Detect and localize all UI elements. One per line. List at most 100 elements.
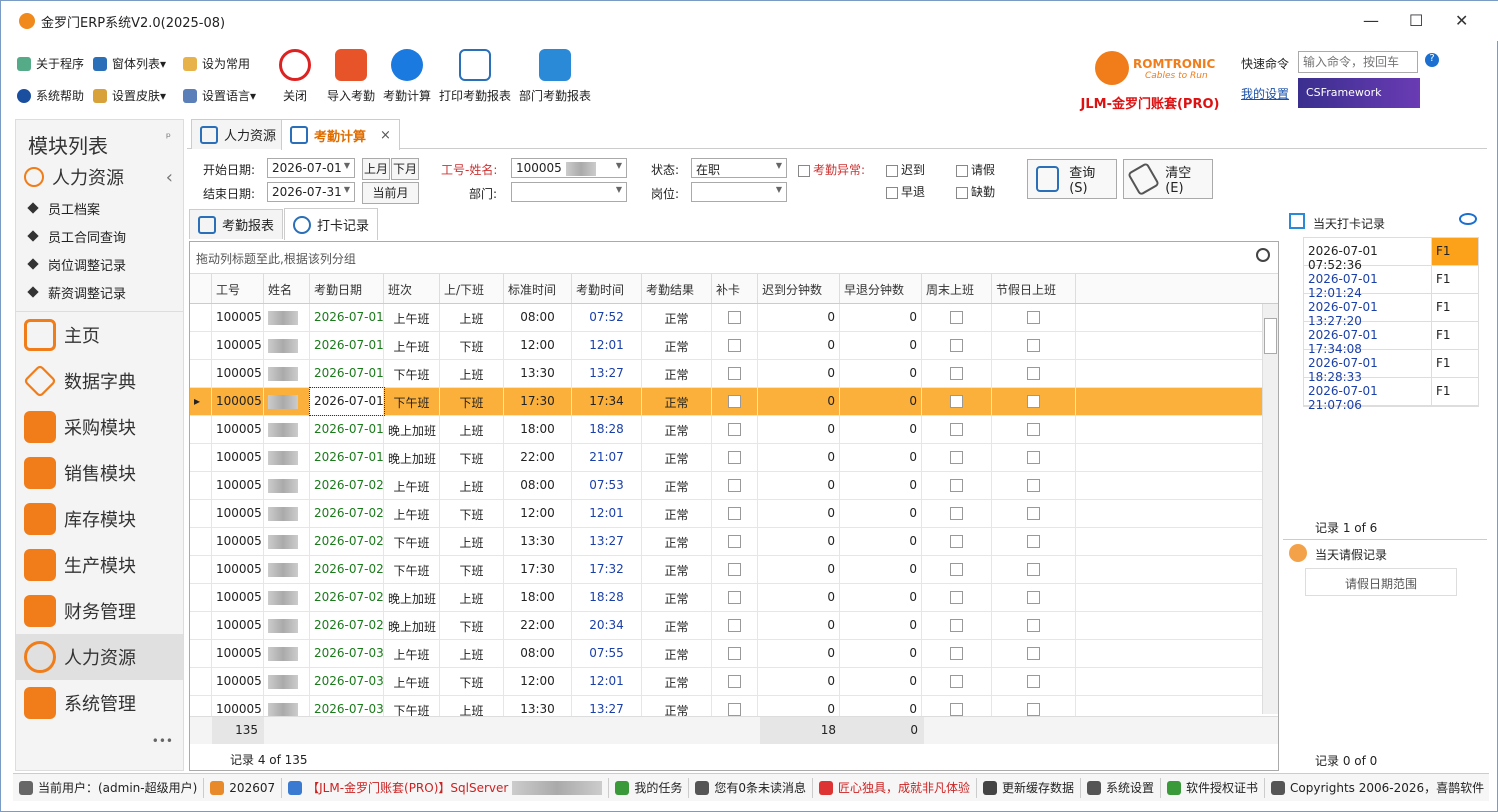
grid-cell[interactable]: 正常 <box>642 528 712 555</box>
punch-row[interactable]: 2026-07-01 12:01:24 F1 <box>1304 266 1478 300</box>
status-settings[interactable]: 系统设置 <box>1081 777 1162 798</box>
checkbox[interactable] <box>956 186 968 199</box>
grid-cell[interactable]: 100005 <box>212 668 264 695</box>
grid-cell[interactable]: 正常 <box>642 304 712 331</box>
tab-attendance-calc[interactable]: 考勤计算 × <box>281 119 400 150</box>
checkbox[interactable] <box>950 703 963 716</box>
checkbox[interactable] <box>950 479 963 492</box>
column-header[interactable]: 姓名 <box>264 274 310 303</box>
grid-cell[interactable]: 21:07 <box>572 444 642 471</box>
grid-cell[interactable] <box>264 584 310 611</box>
grid-cell[interactable]: 2026-07-01 <box>310 304 384 331</box>
grid-cell[interactable] <box>264 304 310 331</box>
grid-cell[interactable] <box>712 528 758 555</box>
grid-cell[interactable] <box>712 556 758 583</box>
query-button[interactable]: 查询(S) <box>1027 159 1117 199</box>
grid-cell[interactable]: 上班 <box>440 416 504 443</box>
scroll-thumb[interactable] <box>1264 318 1277 354</box>
checkbox[interactable] <box>950 507 963 520</box>
grid-cell[interactable] <box>922 556 992 583</box>
grid-cell[interactable]: 上午班 <box>384 640 440 667</box>
checkbox[interactable] <box>950 591 963 604</box>
grid-navigator[interactable]: 记录 4 of 135 <box>190 748 1278 770</box>
checkbox[interactable] <box>1027 395 1040 408</box>
grid-cell[interactable]: 0 <box>758 304 840 331</box>
status-license[interactable]: 软件授权证书 <box>1161 777 1266 798</box>
grid-cell[interactable] <box>922 332 992 359</box>
grid-cell[interactable]: 13:27 <box>572 528 642 555</box>
grid-cell[interactable] <box>190 640 212 667</box>
grid-cell[interactable] <box>992 444 1076 471</box>
grid-cell[interactable]: 2026-07-01 <box>310 332 384 359</box>
grid-cell[interactable] <box>712 332 758 359</box>
grid-cell[interactable] <box>992 472 1076 499</box>
status-user[interactable]: 当前用户：(admin-超级用户) <box>13 777 205 798</box>
grid-cell[interactable]: 18:00 <box>504 416 572 443</box>
punch-row[interactable]: 2026-07-01 18:28:33 F1 <box>1304 350 1478 384</box>
calc-attendance-button[interactable]: 考勤计算 <box>381 49 433 104</box>
leave-checkbox[interactable]: 请假 <box>956 161 995 178</box>
grid-cell[interactable]: 13:30 <box>504 360 572 387</box>
grid-cell[interactable]: 100005 <box>212 556 264 583</box>
grid-cell[interactable]: 0 <box>840 360 922 387</box>
grid-cell[interactable]: 0 <box>758 612 840 639</box>
grid-cell[interactable]: 下班 <box>440 388 504 415</box>
checkbox[interactable] <box>950 675 963 688</box>
checkbox[interactable] <box>950 563 963 576</box>
system-help-button[interactable]: 系统帮助 <box>17 87 84 104</box>
grid-cell[interactable]: 0 <box>840 500 922 527</box>
table-row[interactable]: 100005 2026-07-02 晚上加班 上班 18:00 18:28 正常 0 0 <box>190 584 1278 612</box>
grid-cell[interactable]: 0 <box>758 444 840 471</box>
grid-cell[interactable] <box>712 416 758 443</box>
table-row[interactable]: 100005 2026-07-01 晚上加班 上班 18:00 18:28 正常 0 0 <box>190 416 1278 444</box>
grid-cell[interactable]: 正常 <box>642 388 712 415</box>
grid-cell[interactable] <box>264 556 310 583</box>
module-purchase[interactable]: 采购模块 <box>16 404 183 450</box>
grid-cell[interactable]: 0 <box>758 584 840 611</box>
column-header[interactable]: 迟到分钟数 <box>758 274 840 303</box>
checkbox[interactable] <box>950 395 963 408</box>
checkbox[interactable] <box>728 591 741 604</box>
checkbox[interactable] <box>798 164 810 177</box>
checkbox[interactable] <box>728 451 741 464</box>
column-header[interactable]: 早退分钟数 <box>840 274 922 303</box>
grid-cell[interactable] <box>712 472 758 499</box>
grid-cell[interactable]: 下午班 <box>384 528 440 555</box>
grid-cell[interactable]: 0 <box>758 528 840 555</box>
checkbox[interactable] <box>886 186 898 199</box>
minimize-button[interactable]: — <box>1363 11 1379 30</box>
grid-cell[interactable]: 下班 <box>440 500 504 527</box>
grid-cell[interactable]: 晚上加班 <box>384 416 440 443</box>
checkbox[interactable] <box>728 367 741 380</box>
grid-cell[interactable]: 0 <box>840 584 922 611</box>
tab-close-icon[interactable]: × <box>380 128 391 143</box>
grid-cell[interactable] <box>264 528 310 555</box>
grid-cell[interactable] <box>190 528 212 555</box>
grid-cell[interactable]: 晚上加班 <box>384 612 440 639</box>
checkbox[interactable] <box>728 563 741 576</box>
end-date-field[interactable]: 2026-07-31 ▼ <box>267 182 355 202</box>
grid-cell[interactable] <box>922 360 992 387</box>
grid-cell[interactable]: 2026-07-01 <box>310 444 384 471</box>
grid-cell[interactable]: 100005 <box>212 304 264 331</box>
grid-cell[interactable]: 0 <box>758 388 840 415</box>
checkbox[interactable] <box>1027 479 1040 492</box>
checkbox[interactable] <box>1027 311 1040 324</box>
grid-cell[interactable] <box>922 612 992 639</box>
grid-cell[interactable] <box>264 444 310 471</box>
grid-cell[interactable]: 0 <box>840 528 922 555</box>
punch-row[interactable]: 2026-07-01 13:27:20 F1 <box>1304 294 1478 328</box>
grid-cell[interactable]: 0 <box>840 444 922 471</box>
grid-cell[interactable]: 0 <box>840 668 922 695</box>
window-list-button[interactable]: 窗体列表 ▾ <box>93 55 166 72</box>
checkbox[interactable] <box>950 339 963 352</box>
grid-cell[interactable] <box>922 528 992 555</box>
column-header[interactable]: 考勤日期 <box>310 274 384 303</box>
column-header[interactable]: 考勤时间 <box>572 274 642 303</box>
grid-cell[interactable] <box>992 500 1076 527</box>
checkbox[interactable] <box>728 507 741 520</box>
subtab-report[interactable]: 考勤报表 <box>189 209 284 239</box>
grid-cell[interactable]: 上班 <box>440 528 504 555</box>
grid-cell[interactable] <box>922 388 992 415</box>
checkbox[interactable] <box>1027 647 1040 660</box>
